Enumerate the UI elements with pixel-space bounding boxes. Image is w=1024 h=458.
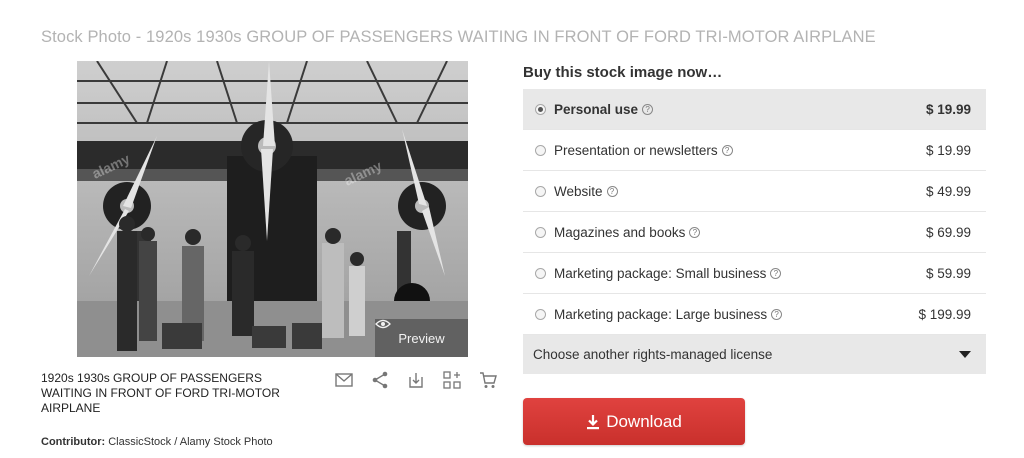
license-price: $ 19.99 xyxy=(925,101,971,117)
license-label: Marketing package: Large business xyxy=(554,306,768,322)
help-icon[interactable]: ? xyxy=(606,185,618,197)
help-icon[interactable]: ? xyxy=(689,226,701,238)
license-option-personal-use[interactable]: Personal use? $ 19.99 xyxy=(523,89,986,130)
license-option-magazines[interactable]: Magazines and books? $ 69.99 xyxy=(523,212,986,253)
radio-button[interactable] xyxy=(535,144,546,156)
license-option-marketing-large[interactable]: Marketing package: Large business? $ 199… xyxy=(523,294,986,335)
license-option-marketing-small[interactable]: Marketing package: Small business? $ 59.… xyxy=(523,253,986,294)
rights-managed-label: Choose another rights-managed license xyxy=(533,347,773,362)
radio-button[interactable] xyxy=(535,103,546,115)
help-icon[interactable]: ? xyxy=(721,144,733,156)
license-price: $ 59.99 xyxy=(925,265,971,281)
license-label: Personal use xyxy=(554,101,639,117)
license-price: $ 69.99 xyxy=(925,224,971,240)
license-price: $ 19.99 xyxy=(925,142,971,158)
license-label: Website xyxy=(554,183,603,199)
license-price: $ 49.99 xyxy=(925,183,971,199)
license-label: Magazines and books xyxy=(554,224,686,240)
preview-label: Preview xyxy=(398,330,445,346)
image-caption: 1920s 1930s GROUP OF PASSENGERS WAITING … xyxy=(41,371,280,415)
share-icon[interactable] xyxy=(370,370,390,390)
contributor-value: ClassicStock / Alamy Stock Photo xyxy=(108,436,273,448)
license-option-website[interactable]: Website? $ 49.99 xyxy=(523,171,986,212)
email-icon[interactable] xyxy=(334,370,354,390)
download-icon xyxy=(587,414,600,429)
radio-button[interactable] xyxy=(535,226,546,238)
page-title: Stock Photo - 1920s 1930s GROUP OF PASSE… xyxy=(41,28,876,46)
download-label: Download xyxy=(606,411,682,431)
image-actions xyxy=(334,370,498,390)
radio-button[interactable] xyxy=(535,308,546,320)
buy-heading: Buy this stock image now… xyxy=(523,64,723,81)
download-comp-icon[interactable] xyxy=(406,370,426,390)
license-label: Marketing package: Small business xyxy=(554,265,767,281)
eye-icon xyxy=(375,319,391,329)
airplane-photo-illustration: alamy alamy xyxy=(77,61,468,357)
chevron-down-icon xyxy=(959,351,971,358)
download-button[interactable]: Download xyxy=(523,398,745,445)
license-price: $ 199.99 xyxy=(918,306,971,322)
license-label: Presentation or newsletters xyxy=(554,142,718,158)
preview-button[interactable]: Preview xyxy=(375,319,468,357)
radio-button[interactable] xyxy=(535,267,546,279)
contributor-label: Contributor: xyxy=(41,436,106,448)
license-list: Personal use? $ 19.99 Presentation or ne… xyxy=(523,89,986,374)
add-to-lightbox-icon[interactable] xyxy=(442,370,462,390)
help-icon[interactable]: ? xyxy=(771,308,783,320)
radio-button[interactable] xyxy=(535,185,546,197)
help-icon[interactable]: ? xyxy=(642,103,654,115)
stock-photo[interactable]: alamy alamy Preview xyxy=(77,61,468,357)
cart-icon[interactable] xyxy=(478,370,498,390)
rights-managed-dropdown[interactable]: Choose another rights-managed license xyxy=(523,335,986,374)
license-option-presentation[interactable]: Presentation or newsletters? $ 19.99 xyxy=(523,130,986,171)
contributor-line: Contributor: ClassicStock / Alamy Stock … xyxy=(41,436,273,448)
help-icon[interactable]: ? xyxy=(770,267,782,279)
